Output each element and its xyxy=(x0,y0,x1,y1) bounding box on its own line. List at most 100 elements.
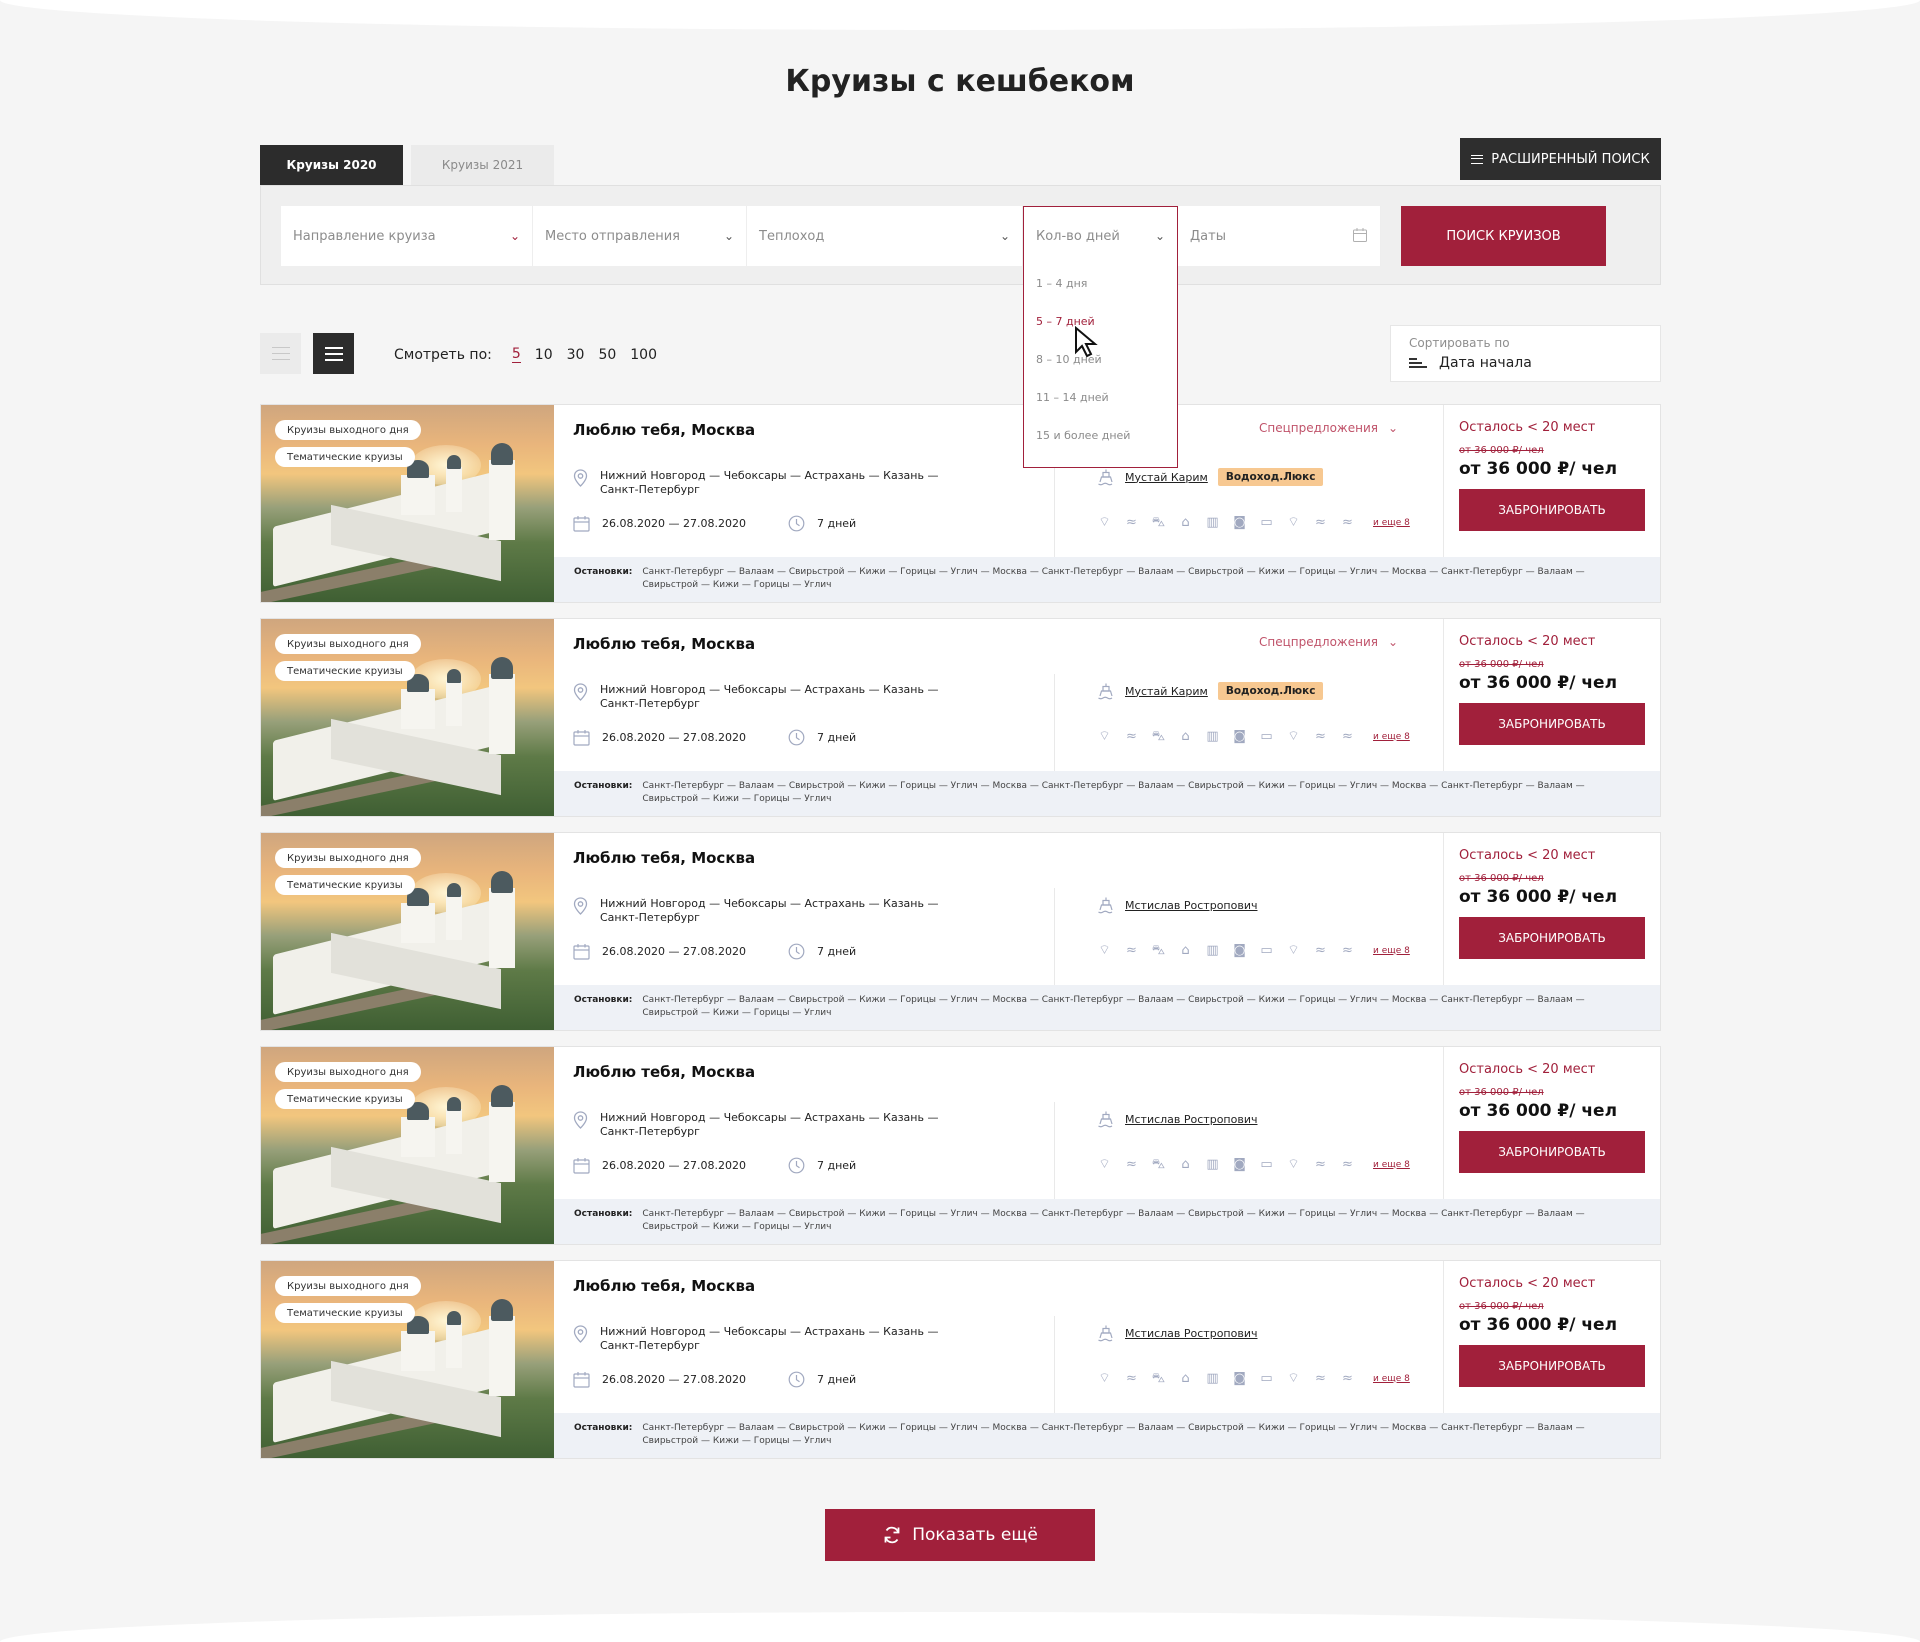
cruise-title[interactable]: Люблю тебя, Москва xyxy=(573,635,755,653)
per-page-30[interactable]: 30 xyxy=(567,347,585,363)
per-page-50[interactable]: 50 xyxy=(598,347,616,363)
book-button[interactable]: ЗАБРОНИРОВАТЬ xyxy=(1459,489,1645,531)
cruise-title[interactable]: Люблю тебя, Москва xyxy=(573,1063,755,1081)
wifi-icon: ⌔ xyxy=(1287,943,1300,958)
per-page-10[interactable]: 10 xyxy=(535,347,553,363)
book-button[interactable]: ЗАБРОНИРОВАТЬ xyxy=(1459,917,1645,959)
page-title: Круизы с кешбеком xyxy=(785,64,1135,99)
ship-name-link[interactable]: Мстислав Ростропович xyxy=(1125,899,1257,912)
dates-field[interactable]: Даты xyxy=(1178,206,1381,266)
book-button[interactable]: ЗАБРОНИРОВАТЬ xyxy=(1459,1345,1645,1387)
search-panel: Направление круиза ⌄ Место отправления ⌄… xyxy=(260,185,1661,285)
wifi-icon: ⌔ xyxy=(1098,943,1111,958)
clock-icon xyxy=(788,1157,805,1174)
cruise-photo: Круизы выходного дня Тематические круизы xyxy=(261,1261,554,1458)
car-icon: ⛍ xyxy=(1151,943,1166,958)
old-price: от 36 000 ₽/ чел xyxy=(1459,659,1544,670)
category-badge[interactable]: Круизы выходного дня xyxy=(275,1276,421,1296)
cruise-title[interactable]: Люблю тебя, Москва xyxy=(573,1277,755,1295)
tab-cruises-2021[interactable]: Круизы 2021 xyxy=(411,145,554,185)
pool-icon: ≈ xyxy=(1315,729,1326,744)
bottom-wave xyxy=(0,1612,1920,1642)
category-badge[interactable]: Тематические круизы xyxy=(275,661,415,681)
departure-select[interactable]: Место отправления ⌄ xyxy=(533,206,747,266)
ship-name-link[interactable]: Мстислав Ростропович xyxy=(1125,1327,1257,1340)
stops-bar: Остановки: Санкт-Петербург — Валаам — Св… xyxy=(554,557,1660,602)
category-badge[interactable]: Круизы выходного дня xyxy=(275,634,421,654)
ship-icon xyxy=(1098,1325,1113,1342)
seats-left: Осталось < 20 мест xyxy=(1459,1062,1596,1077)
ship-name-link[interactable]: Мустай Карим xyxy=(1125,471,1208,484)
category-badge[interactable]: Тематические круизы xyxy=(275,1303,415,1323)
cruise-card: Круизы выходного дня Тематические круизы… xyxy=(260,404,1661,603)
pool-icon: ≈ xyxy=(1126,1157,1137,1172)
seats-left: Осталось < 20 мест xyxy=(1459,848,1596,863)
days-select[interactable]: Кол-во дней ⌄ xyxy=(1023,206,1178,266)
category-badge[interactable]: Круизы выходного дня xyxy=(275,420,421,440)
tab-cruises-2020[interactable]: Круизы 2020 xyxy=(260,145,403,185)
cruise-dates: 26.08.2020 — 27.08.2020 xyxy=(602,731,746,744)
category-badge[interactable]: Тематические круизы xyxy=(275,447,415,467)
cruise-title[interactable]: Люблю тебя, Москва xyxy=(573,849,755,867)
clock-icon xyxy=(788,729,805,746)
buildings-icon: ▥ xyxy=(1206,1157,1219,1172)
departure-placeholder: Место отправления xyxy=(545,228,681,244)
special-offers-dropdown[interactable]: Спецпредложения ⌄ xyxy=(1259,635,1398,649)
camera-icon: ◙ xyxy=(1233,1371,1246,1386)
sort-value: Дата начала xyxy=(1439,355,1532,371)
calendar-icon xyxy=(573,1372,590,1388)
more-amenities-link[interactable]: и еще 8 xyxy=(1373,946,1410,956)
compact-view-button[interactable] xyxy=(313,333,354,374)
search-cruises-button[interactable]: ПОИСК КРУИЗОВ xyxy=(1401,206,1606,266)
cruise-photo: Круизы выходного дня Тематические круизы xyxy=(261,1047,554,1244)
sort-icon xyxy=(1409,358,1427,368)
category-badge[interactable]: Тематические круизы xyxy=(275,875,415,895)
book-button[interactable]: ЗАБРОНИРОВАТЬ xyxy=(1459,703,1645,745)
category-badge[interactable]: Круизы выходного дня xyxy=(275,848,421,868)
stops-bar: Остановки: Санкт-Петербург — Валаам — Св… xyxy=(554,1413,1660,1458)
category-badge[interactable]: Тематические круизы xyxy=(275,1089,415,1109)
more-amenities-link[interactable]: и еще 8 xyxy=(1373,518,1410,528)
show-more-button[interactable]: Показать ещё xyxy=(825,1509,1095,1561)
cruise-title[interactable]: Люблю тебя, Москва xyxy=(573,421,755,439)
calendar-icon xyxy=(573,1158,590,1174)
chevron-down-icon: ⌄ xyxy=(999,229,1010,243)
old-price: от 36 000 ₽/ чел xyxy=(1459,1301,1544,1312)
ship-name-link[interactable]: Мстислав Ростропович xyxy=(1125,1113,1257,1126)
chevron-down-icon: ⌄ xyxy=(723,229,734,243)
car-icon: ⛍ xyxy=(1151,1157,1166,1172)
days-option[interactable]: 11 – 14 дней xyxy=(1024,378,1177,416)
ship-name-link[interactable]: Мустай Карим xyxy=(1125,685,1208,698)
ship-icon xyxy=(1098,897,1113,914)
special-offers-dropdown[interactable]: Спецпредложения ⌄ xyxy=(1259,421,1398,435)
stops-list: Санкт-Петербург — Валаам — Свирьстрой — … xyxy=(642,1209,1585,1232)
show-more-label: Показать ещё xyxy=(912,1525,1038,1545)
sort-select[interactable]: Сортировать по Дата начала xyxy=(1390,325,1661,382)
direction-select[interactable]: Направление круиза ⌄ xyxy=(281,206,533,266)
clock-icon xyxy=(788,1371,805,1388)
per-page-5[interactable]: 5 xyxy=(511,346,521,363)
advanced-search-button[interactable]: РАСШИРЕННЫЙ ПОИСК xyxy=(1460,138,1661,180)
category-badge[interactable]: Круизы выходного дня xyxy=(275,1062,421,1082)
more-amenities-link[interactable]: и еще 8 xyxy=(1373,732,1410,742)
clock-icon xyxy=(788,515,805,532)
cruise-dates: 26.08.2020 — 27.08.2020 xyxy=(602,945,746,958)
more-amenities-link[interactable]: и еще 8 xyxy=(1373,1160,1410,1170)
more-amenities-link[interactable]: и еще 8 xyxy=(1373,1374,1410,1384)
days-option[interactable]: 15 и более дней xyxy=(1024,416,1177,454)
list-view-button[interactable] xyxy=(260,333,301,374)
per-page-100[interactable]: 100 xyxy=(630,347,657,363)
pool-icon: ≈ xyxy=(1126,943,1137,958)
old-price: от 36 000 ₽/ чел xyxy=(1459,445,1544,456)
book-button[interactable]: ЗАБРОНИРОВАТЬ xyxy=(1459,1131,1645,1173)
wifi-icon: ⌔ xyxy=(1287,729,1300,744)
calendar-icon xyxy=(573,730,590,746)
ship-select[interactable]: Теплоход ⌄ xyxy=(747,206,1023,266)
location-pin-icon xyxy=(573,897,588,915)
wifi-icon: ⌔ xyxy=(1098,1157,1111,1172)
stops-list: Санкт-Петербург — Валаам — Свирьстрой — … xyxy=(642,567,1585,590)
wifi-icon: ⌔ xyxy=(1287,1371,1300,1386)
ship-class-badge: Водоход.Люкс xyxy=(1217,682,1324,700)
days-option[interactable]: 1 – 4 дня xyxy=(1024,264,1177,302)
wifi-icon: ⌔ xyxy=(1287,1157,1300,1172)
